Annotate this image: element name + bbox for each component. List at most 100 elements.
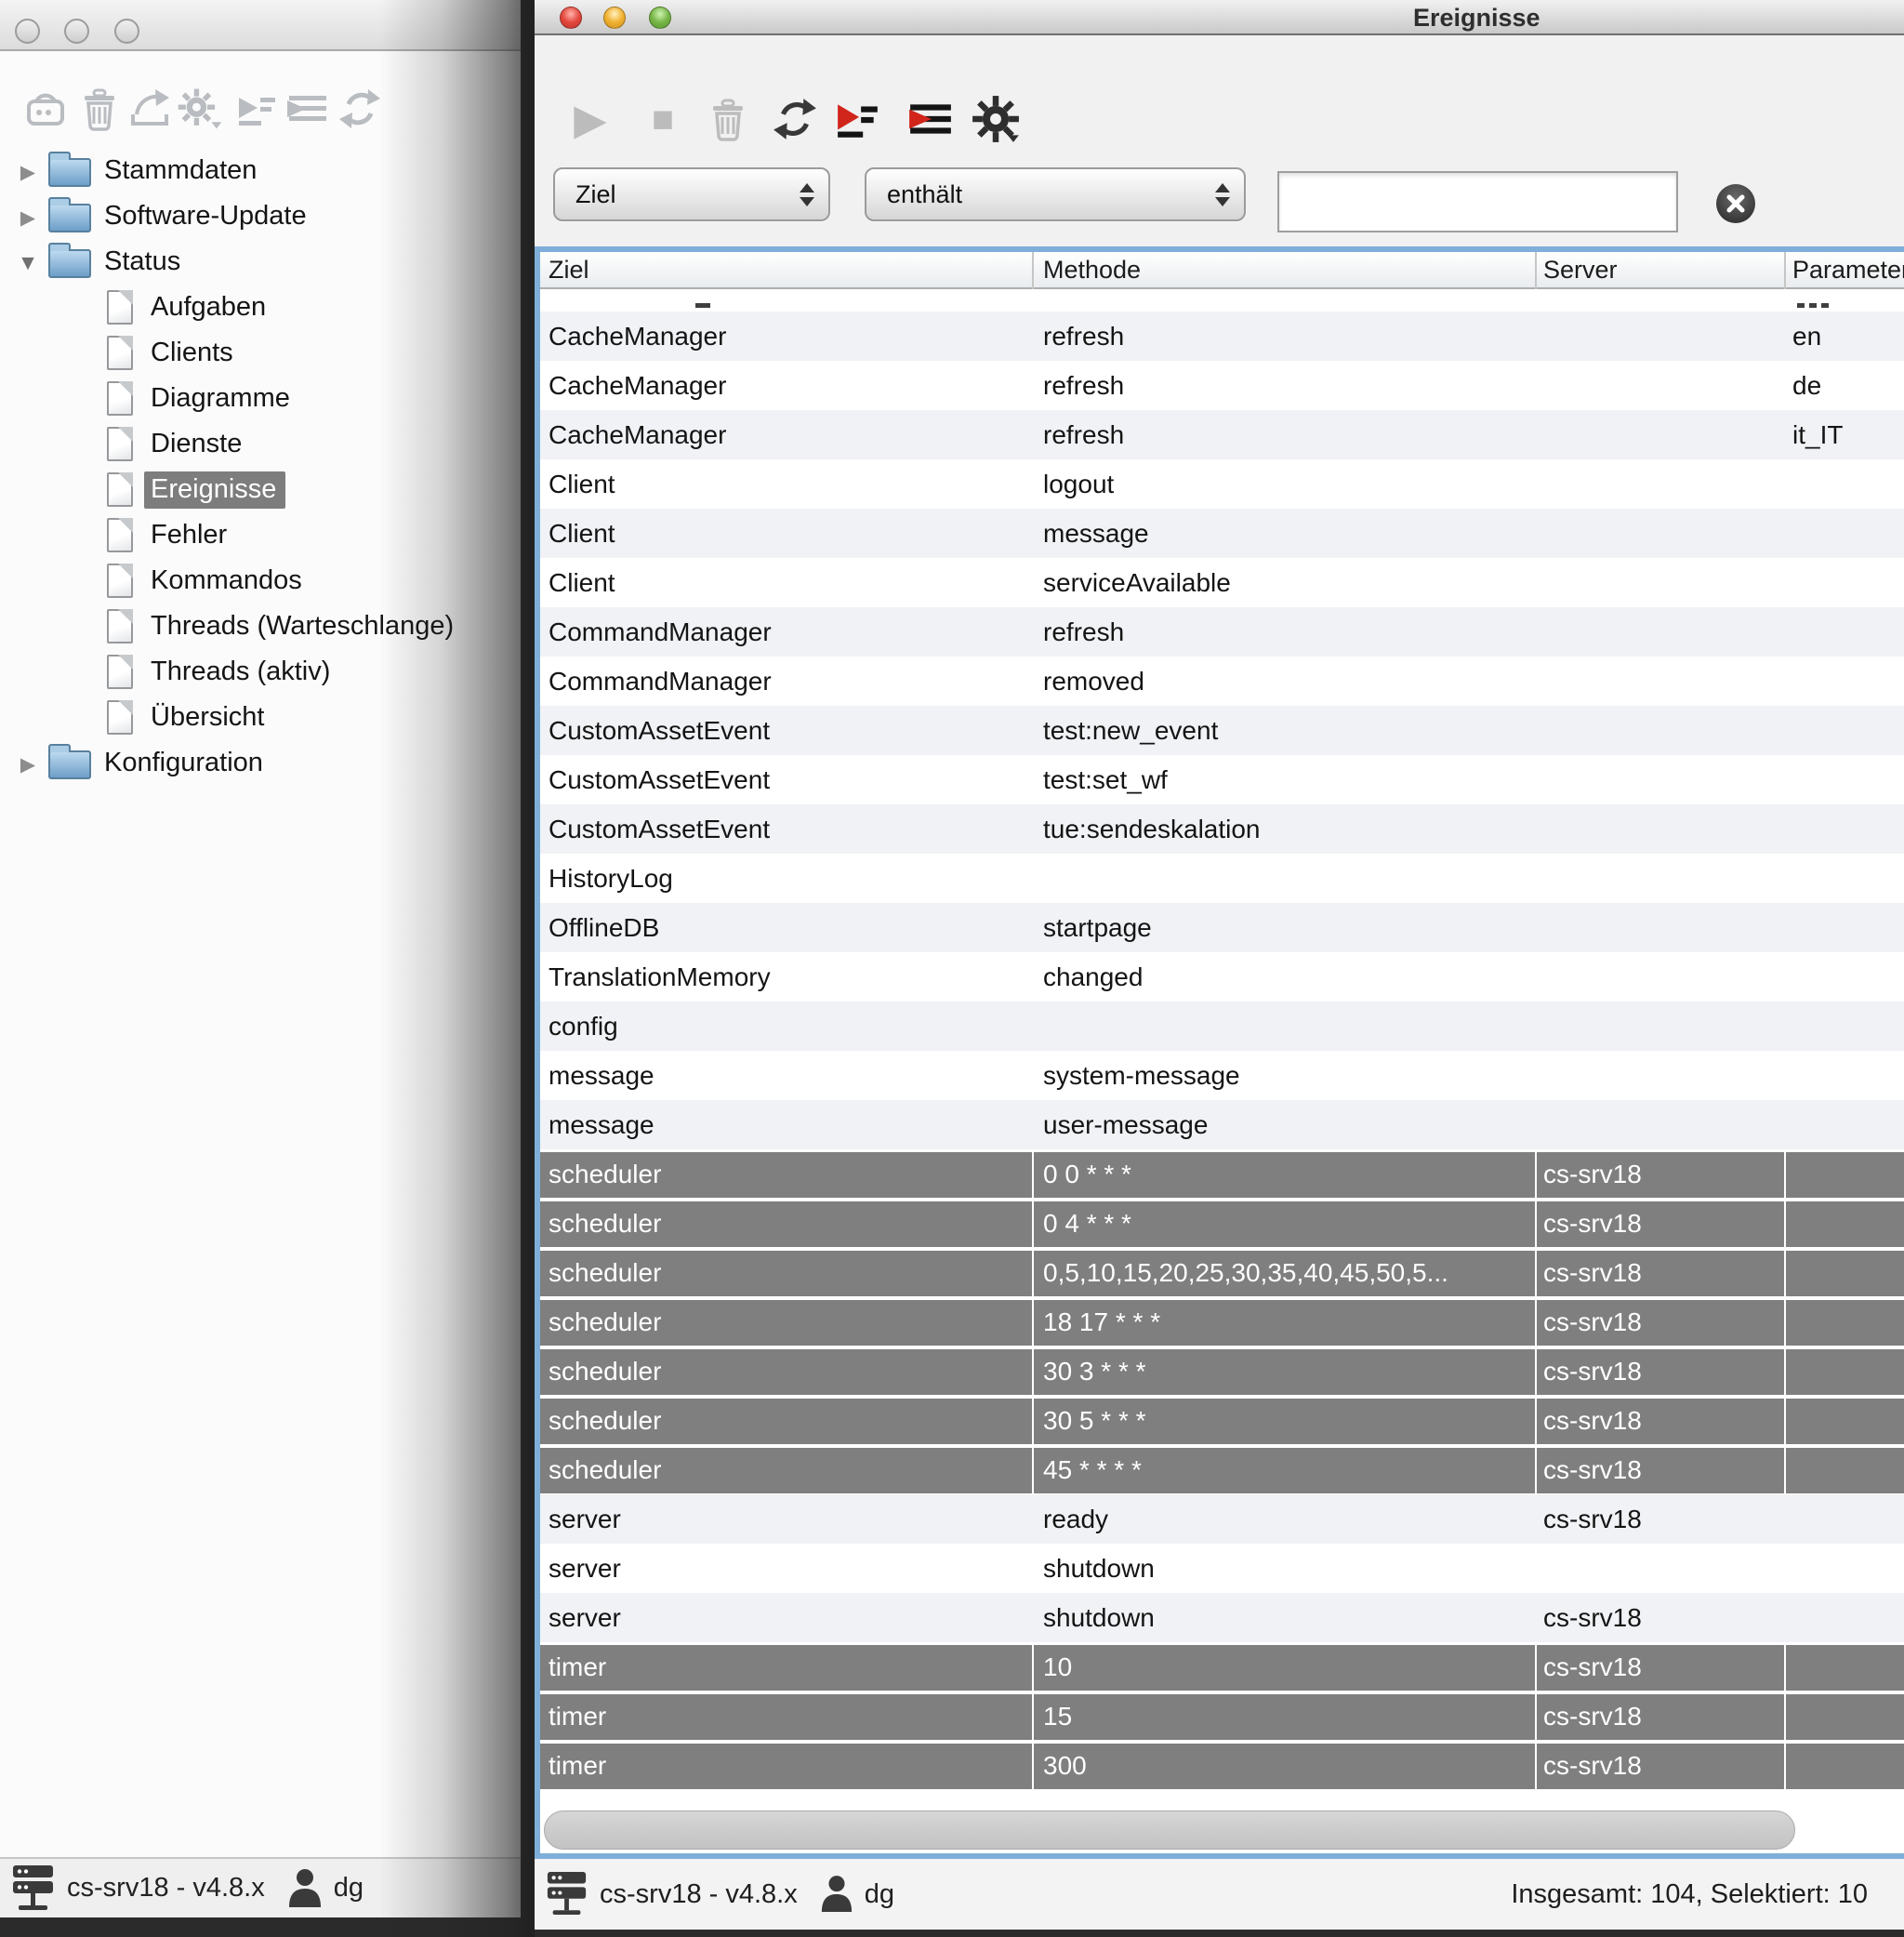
user-icon (287, 1868, 323, 1909)
window-title: Ereignisse (1413, 4, 1540, 33)
export-icon[interactable] (126, 86, 173, 132)
minimize-button[interactable] (603, 7, 626, 29)
table-row[interactable]: timer 15 cs-srv18 (540, 1692, 1904, 1741)
close-button[interactable] (560, 7, 582, 29)
table-row[interactable]: scheduler 0,5,10,15,20,25,30,35,40,45,50… (540, 1248, 1904, 1297)
table-row[interactable]: CustomAssetEvent test:new_event (540, 706, 1904, 755)
table-row[interactable]: scheduler 18 17 * * * cs-srv18 (540, 1297, 1904, 1347)
filter-operator-dropdown[interactable]: enthält (865, 167, 1246, 221)
cell-methode: tue:sendeskalation (1034, 804, 1537, 854)
run-icon[interactable]: ▶ (566, 95, 615, 143)
table-row[interactable]: timer 10 cs-srv18 (540, 1642, 1904, 1692)
table-row[interactable]: HistoryLog (540, 854, 1904, 903)
disclosure-triangle-icon[interactable] (7, 246, 48, 277)
table-row[interactable]: message user-message (540, 1100, 1904, 1149)
cell-server (1537, 952, 1786, 1002)
close-button[interactable] (15, 19, 40, 44)
cell-parameter (1786, 1445, 1904, 1494)
table-row[interactable]: server shutdown (540, 1544, 1904, 1593)
table-row[interactable]: Client logout (540, 459, 1904, 509)
cell-parameter: en (1786, 312, 1904, 361)
partially-scrolled-row[interactable] (540, 289, 1904, 312)
cell-parameter (1786, 1741, 1904, 1790)
horizontal-scrollbar-thumb[interactable] (544, 1811, 1795, 1850)
cell-methode: 15 (1034, 1692, 1537, 1741)
ereignisse-titlebar[interactable]: Ereignisse (535, 0, 1904, 35)
table-row[interactable]: CommandManager refresh (540, 607, 1904, 657)
column-header[interactable]: Parameter (1786, 252, 1904, 289)
column-header[interactable]: Ziel (540, 252, 1034, 289)
cell-ziel: message (540, 1100, 1034, 1149)
cell-methode: removed (1034, 657, 1537, 706)
column-header[interactable]: Server (1537, 252, 1786, 289)
zoom-button[interactable] (649, 7, 671, 29)
refresh-icon[interactable] (771, 95, 819, 143)
zoom-button[interactable] (114, 19, 139, 44)
cell-server (1537, 1002, 1786, 1051)
cell-ziel: CustomAssetEvent (540, 755, 1034, 804)
column-header[interactable]: Methode (1034, 252, 1537, 289)
cell-parameter (1786, 1002, 1904, 1051)
gear-menu-icon[interactable] (177, 86, 223, 132)
stop-icon[interactable]: ■ (639, 95, 687, 143)
insert-list-icon[interactable] (284, 86, 331, 132)
cell-ziel: scheduler (540, 1149, 1034, 1199)
filter-query-input[interactable] (1277, 171, 1678, 232)
start-events-icon[interactable] (834, 95, 882, 143)
cell-methode: 0 4 * * * (1034, 1199, 1537, 1248)
tree-item-label: Konfiguration (104, 748, 263, 778)
table-row[interactable]: config (540, 1002, 1904, 1051)
table-row[interactable]: Client message (540, 509, 1904, 558)
table-row[interactable]: TranslationMemory changed (540, 952, 1904, 1002)
run-list-icon[interactable] (234, 86, 281, 132)
table-row[interactable]: CustomAssetEvent tue:sendeskalation (540, 804, 1904, 854)
filter-field-value: Ziel (555, 180, 791, 209)
cell-server: cs-srv18 (1537, 1494, 1786, 1544)
minimize-button[interactable] (64, 19, 89, 44)
table-row[interactable]: CacheManager refresh it_IT (540, 410, 1904, 459)
table-row[interactable]: scheduler 0 4 * * * cs-srv18 (540, 1199, 1904, 1248)
refresh-icon[interactable] (337, 86, 383, 132)
cell-methode: 30 5 * * * (1034, 1396, 1537, 1445)
table-row[interactable]: OfflineDB startpage (540, 903, 1904, 952)
tree-item-label: Stammdaten (104, 155, 257, 186)
trash-icon[interactable] (704, 95, 752, 143)
insert-event-icon[interactable] (906, 95, 955, 143)
table-row[interactable]: CustomAssetEvent test:set_wf (540, 755, 1904, 804)
cell-server (1537, 755, 1786, 804)
table-row[interactable]: scheduler 0 0 * * * cs-srv18 (540, 1149, 1904, 1199)
cell-ziel: CustomAssetEvent (540, 804, 1034, 854)
cell-ziel: Client (540, 558, 1034, 607)
cell-methode: refresh (1034, 312, 1537, 361)
cell-server: cs-srv18 (1537, 1396, 1786, 1445)
table-row[interactable]: CacheManager refresh en (540, 312, 1904, 361)
cell-ziel: CustomAssetEvent (540, 706, 1034, 755)
filter-field-dropdown[interactable]: Ziel (553, 167, 830, 221)
cell-methode (1034, 1002, 1537, 1051)
trash-icon[interactable] (76, 86, 123, 132)
table-row[interactable]: message system-message (540, 1051, 1904, 1100)
table-row[interactable]: CommandManager removed (540, 657, 1904, 706)
cell-parameter: de (1786, 361, 1904, 410)
settings-gear-icon[interactable] (972, 95, 1020, 143)
cell-parameter (1786, 1692, 1904, 1741)
disclosure-triangle-icon[interactable] (7, 155, 48, 186)
table-row[interactable]: timer 300 cs-srv18 (540, 1741, 1904, 1790)
table-row[interactable]: Client serviceAvailable (540, 558, 1904, 607)
document-icon (107, 609, 133, 643)
table-row[interactable]: scheduler 30 3 * * * cs-srv18 (540, 1347, 1904, 1396)
disclosure-triangle-icon[interactable] (7, 201, 48, 232)
table-row[interactable]: server ready cs-srv18 (540, 1494, 1904, 1544)
cell-ziel: scheduler (540, 1347, 1034, 1396)
disclosure-triangle-icon[interactable] (7, 748, 48, 778)
clear-filter-button[interactable] (1716, 184, 1755, 223)
cell-ziel: scheduler (540, 1445, 1034, 1494)
table-row[interactable]: scheduler 45 * * * * cs-srv18 (540, 1445, 1904, 1494)
clipped-ellipsis-fragment (1809, 303, 1817, 308)
cell-ziel: OfflineDB (540, 903, 1034, 952)
cell-server (1537, 558, 1786, 607)
table-row[interactable]: CacheManager refresh de (540, 361, 1904, 410)
archive-icon[interactable] (22, 86, 69, 132)
table-row[interactable]: scheduler 30 5 * * * cs-srv18 (540, 1396, 1904, 1445)
table-row[interactable]: server shutdown cs-srv18 (540, 1593, 1904, 1642)
